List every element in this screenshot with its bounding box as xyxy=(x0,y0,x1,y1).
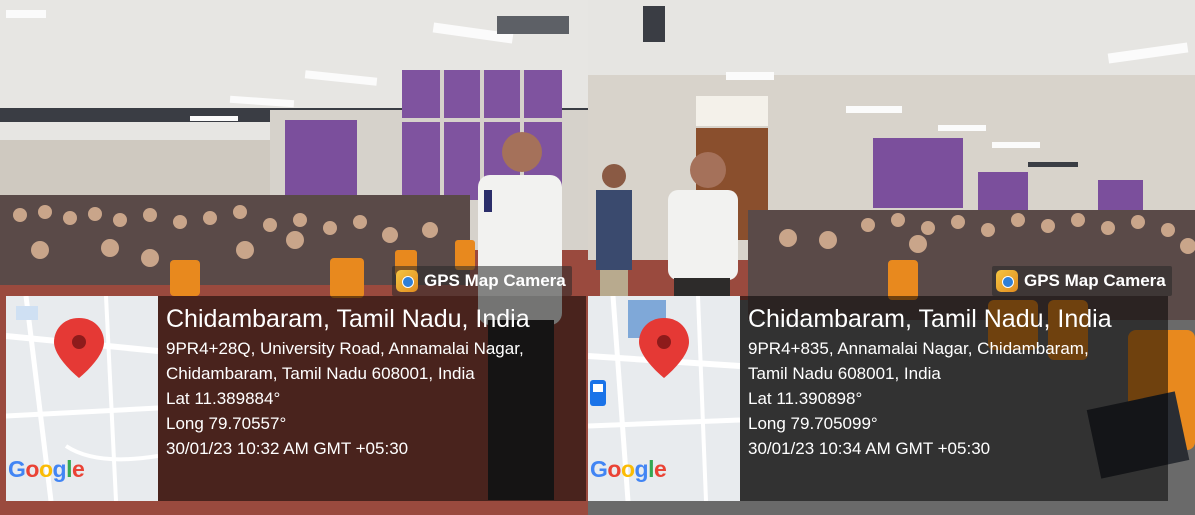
longitude: Long 79.70557° xyxy=(166,414,287,433)
photo-left: GPS Map Camera Google Chidambaram, Tamil… xyxy=(0,0,588,515)
camera-app-icon xyxy=(396,270,418,292)
address-line-1: 9PR4+28Q, University Road, Annamalai Nag… xyxy=(166,339,524,358)
google-logo: Google xyxy=(8,456,85,482)
map-thumbnail: Google xyxy=(588,296,740,501)
map-thumbnail: Google xyxy=(6,296,158,501)
address-line-1: 9PR4+835, Annamalai Nagar, Chidambaram, xyxy=(748,339,1089,358)
address-line-2: Tamil Nadu 608001, India xyxy=(748,364,941,383)
camera-app-icon xyxy=(996,270,1018,292)
latitude: Lat 11.390898° xyxy=(748,389,863,408)
timestamp: 30/01/23 10:32 AM GMT +05:30 xyxy=(166,439,409,458)
geotag-panel: Google Chidambaram, Tamil Nadu, India 9P… xyxy=(6,296,586,501)
location-title: Chidambaram, Tamil Nadu, India xyxy=(748,305,1112,333)
gps-map-camera-watermark: GPS Map Camera xyxy=(392,266,572,296)
location-title: Chidambaram, Tamil Nadu, India xyxy=(166,305,530,333)
geotag-panel: Google Chidambaram, Tamil Nadu, India 9P… xyxy=(588,296,1168,501)
bus-stop-icon xyxy=(590,380,606,406)
longitude: Long 79.705099° xyxy=(748,414,878,433)
timestamp: 30/01/23 10:34 AM GMT +05:30 xyxy=(748,439,991,458)
google-logo: Google xyxy=(590,456,667,482)
address-line-2: Chidambaram, Tamil Nadu 608001, India xyxy=(166,364,475,383)
latitude: Lat 11.389884° xyxy=(166,389,281,408)
geotag-text: Chidambaram, Tamil Nadu, India 9PR4+28Q,… xyxy=(166,304,580,461)
gps-map-camera-watermark: GPS Map Camera xyxy=(992,266,1172,296)
geotag-text: Chidambaram, Tamil Nadu, India 9PR4+835,… xyxy=(748,304,1162,461)
photo-right: GPS Map Camera Google Chidambaram, Tamil… xyxy=(588,0,1195,515)
